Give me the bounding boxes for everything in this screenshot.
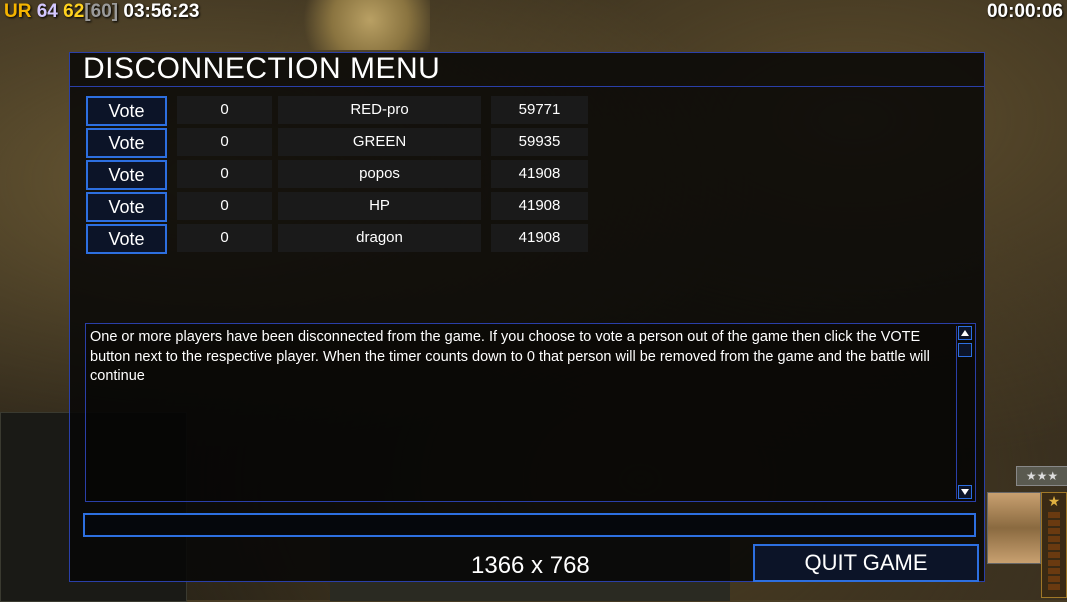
player-name: RED-pro — [278, 96, 481, 124]
game-clock: 03:56:23 — [123, 1, 200, 22]
stat-64: 64 — [36, 1, 58, 22]
player-name: dragon — [278, 224, 481, 252]
quit-game-button[interactable]: QUIT GAME — [753, 544, 979, 582]
disconnect-message: One or more players have been disconnect… — [90, 329, 930, 384]
player-name: GREEN — [278, 128, 481, 156]
disconnect-timer: 00:00:06 — [986, 1, 1063, 22]
vote-button[interactable]: Vote — [86, 224, 167, 254]
scroll-down-icon[interactable] — [958, 485, 972, 499]
stat-60: [60] — [84, 1, 119, 22]
vote-button[interactable]: Vote — [86, 160, 167, 190]
vote-count: 0 — [177, 192, 272, 220]
vote-button[interactable]: Vote — [86, 128, 167, 158]
unit-portraits — [987, 492, 1041, 564]
vote-count: 0 — [177, 160, 272, 188]
player-timer: 41908 — [491, 224, 588, 252]
stat-62: 62 — [63, 1, 85, 22]
rank-bar: ★ — [1041, 492, 1067, 598]
resolution-label: 1366 x 768 — [471, 552, 590, 579]
scroll-thumb[interactable] — [958, 343, 972, 357]
fps-stats: UR 64 62[60] 03:56:23 — [4, 1, 199, 23]
player-timer: 59935 — [491, 128, 588, 156]
ur-label: UR — [4, 1, 32, 22]
player-name: HP — [278, 192, 481, 220]
player-timer: 41908 — [491, 160, 588, 188]
message-box: One or more players have been disconnect… — [85, 323, 976, 502]
rank-stars: ★★★ — [1016, 466, 1067, 486]
player-name: popos — [278, 160, 481, 188]
chat-input[interactable] — [83, 513, 976, 537]
vote-count: 0 — [177, 96, 272, 124]
vote-button[interactable]: Vote — [86, 192, 167, 222]
background-building — [280, 0, 430, 50]
vote-count: 0 — [177, 224, 272, 252]
vote-count: 0 — [177, 128, 272, 156]
scroll-up-icon[interactable] — [958, 326, 972, 340]
vote-button[interactable]: Vote — [86, 96, 167, 126]
title-divider — [70, 86, 984, 87]
dialog-title: DISCONNECTION MENU — [83, 52, 441, 85]
player-timer: 59771 — [491, 96, 588, 124]
message-scrollbar[interactable] — [956, 326, 973, 499]
disconnection-dialog: DISCONNECTION MENU Vote 0 RED-pro 59771 … — [69, 52, 985, 582]
rank-star-icon: ★ — [1047, 493, 1061, 509]
player-timer: 41908 — [491, 192, 588, 220]
